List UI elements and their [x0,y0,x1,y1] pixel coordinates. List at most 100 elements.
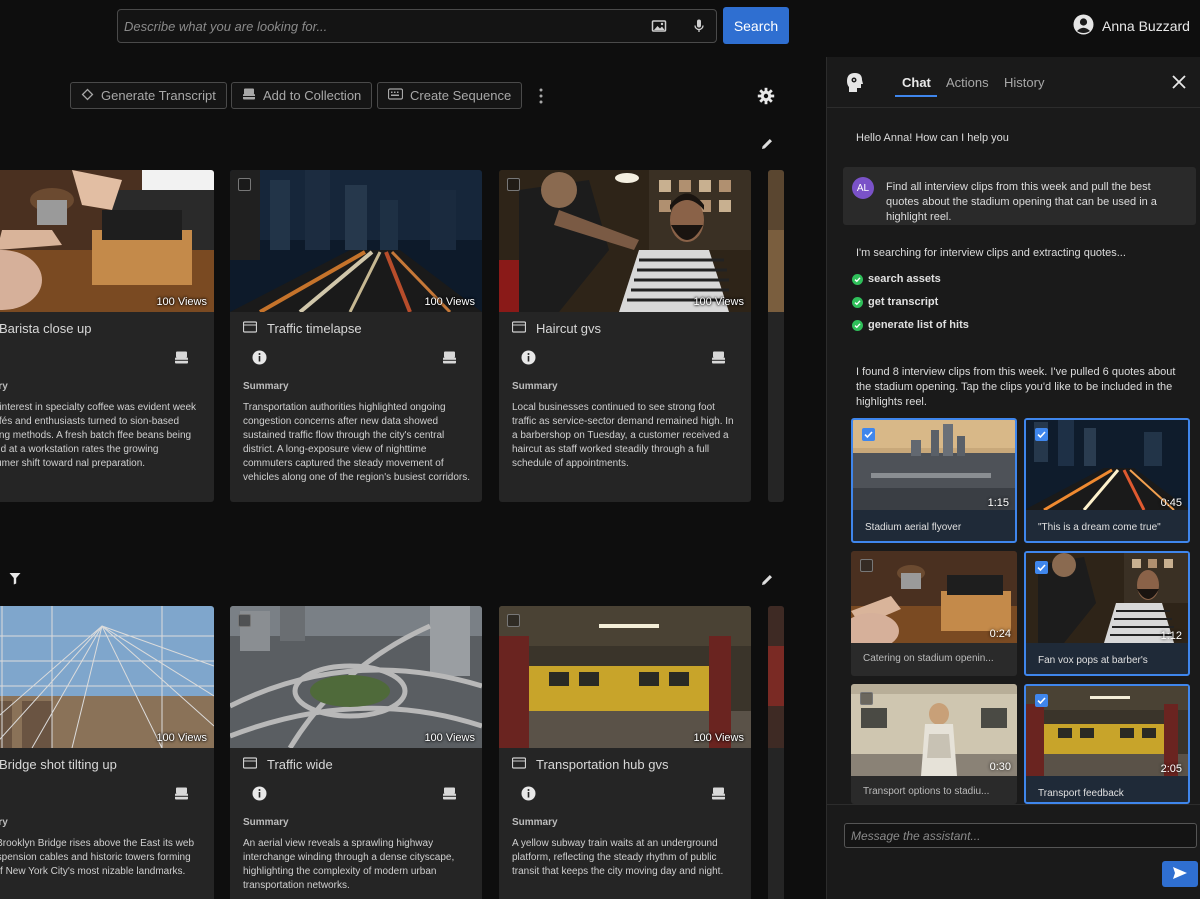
video-icon [242,757,258,772]
tab-chat[interactable]: Chat [902,75,931,90]
asset-title: Traffic wide [242,757,333,772]
clip-checkbox-unchecked[interactable] [860,559,873,572]
filter-icon[interactable] [9,572,21,585]
clip-option[interactable]: 0:45 "This is a dream come true" [1024,418,1190,543]
send-button[interactable] [1162,861,1198,887]
settings-gear-icon[interactable] [757,87,775,105]
clip-duration: 2:05 [1160,763,1182,775]
clip-checkbox-checked[interactable] [1035,694,1048,707]
clip-option[interactable]: 1:15 Stadium aerial flyover [851,418,1017,543]
asset-thumbnail [768,606,784,748]
add-to-collection-icon[interactable] [174,786,189,801]
step-item: get transcript [852,296,938,308]
step-label: get transcript [868,296,939,308]
asset-select-checkbox[interactable] [238,614,251,627]
asset-card-partial[interactable] [768,606,784,899]
asset-title: Haircut gvs [511,321,602,336]
add-to-collection-icon[interactable] [711,350,726,365]
clip-label: Transport options to stadiu... [863,786,990,797]
summary-heading: Summary [243,381,289,392]
collection-icon [242,87,256,104]
tab-history[interactable]: History [1004,75,1044,90]
check-circle-icon [852,319,863,331]
clip-option[interactable]: 2:05 Transport feedback [1024,684,1190,804]
asset-title: Barista close up [0,321,92,336]
summary-text: onic Brooklyn Bridge rises above the Eas… [0,838,194,877]
info-icon[interactable] [252,350,267,365]
summary-heading: mmary [0,817,8,828]
asset-thumbnail [768,170,784,312]
clip-checkbox-unchecked[interactable] [860,692,873,705]
microphone-icon[interactable] [691,18,707,34]
summary-text: Local businesses continued to see strong… [512,402,734,469]
send-icon [1173,866,1187,879]
clip-option[interactable]: 1:12 Fan vox pops at barber's [1024,551,1190,676]
asset-title: Traffic timelapse [242,321,362,336]
asset-card[interactable]: 100 Views Traffic timelapse Summary Tran… [230,170,482,502]
summary-heading: Summary [243,817,289,828]
diamond-icon [81,88,94,104]
asset-select-checkbox[interactable] [507,614,520,627]
generate-transcript-button[interactable]: Generate Transcript [70,82,227,109]
asset-thumbnail: 100 Views [0,606,214,748]
info-icon[interactable] [252,786,267,801]
view-count: 100 Views [424,732,475,744]
asset-card[interactable]: 100 Views Bridge shot tilting up mmary o… [0,606,214,899]
asset-thumbnail: 100 Views [499,170,751,312]
add-to-collection-button[interactable]: Add to Collection [231,82,373,109]
step-item: search assets [852,273,941,285]
clip-option[interactable]: 0:24 Catering on stadium openin... [851,551,1017,676]
asset-select-checkbox[interactable] [507,178,520,191]
user-name: Anna Buzzard [1102,18,1190,34]
clip-label: Stadium aerial flyover [865,522,962,533]
clip-checkbox-checked[interactable] [1035,428,1048,441]
asset-title-text: Haircut gvs [536,321,602,336]
edit-pencil-icon[interactable] [760,573,774,587]
more-options-icon[interactable] [531,86,551,106]
asset-thumbnail: 100 Views [0,170,214,312]
avatar: AL [852,177,874,199]
clip-label: Fan vox pops at barber's [1038,655,1148,666]
clip-duration: 0:24 [989,628,1011,640]
search-input[interactable] [124,10,624,42]
assistant-head-icon [843,71,865,93]
asset-title-text: Transportation hub gvs [536,757,669,772]
assistant-panel: Chat Actions History Hello Anna! How can… [826,57,1200,899]
summary-text: A yellow subway train waits at an underg… [512,838,724,877]
asset-card[interactable]: 100 Views Traffic wide Summary An aerial… [230,606,482,899]
asset-card[interactable]: 100 Views Transportation hub gvs Summary… [499,606,751,899]
view-count: 100 Views [156,296,207,308]
tab-actions[interactable]: Actions [946,75,989,90]
clip-label: "This is a dream come true" [1038,522,1161,533]
search-button[interactable]: Search [723,7,789,44]
clip-duration: 1:15 [987,497,1009,509]
check-circle-icon [852,296,863,308]
add-to-collection-icon[interactable] [174,350,189,365]
asset-card[interactable]: 100 Views Barista close up mmary ge in i… [0,170,214,502]
info-icon[interactable] [521,786,536,801]
info-icon[interactable] [521,350,536,365]
clip-duration: 0:45 [1160,497,1182,509]
clip-checkbox-checked[interactable] [1035,561,1048,574]
assistant-result: I found 8 interview clips from this week… [856,366,1176,408]
step-label: search assets [868,273,941,285]
clip-option[interactable]: 0:30 Transport options to stadiu... [851,684,1017,804]
edit-pencil-icon[interactable] [760,137,774,151]
clip-checkbox-checked[interactable] [862,428,875,441]
asset-select-checkbox[interactable] [238,178,251,191]
assistant-status: I'm searching for interview clips and ex… [856,247,1126,259]
asset-title-text: Traffic timelapse [267,321,362,336]
asset-card-partial[interactable] [768,170,784,502]
add-to-collection-icon[interactable] [711,786,726,801]
check-circle-icon [852,273,863,285]
add-to-collection-icon[interactable] [442,786,457,801]
assistant-greeting: Hello Anna! How can I help you [856,132,1009,144]
create-sequence-button[interactable]: Create Sequence [377,82,523,109]
asset-card[interactable]: 100 Views Haircut gvs Summary Local busi… [499,170,751,502]
user-menu[interactable]: Anna Buzzard [1073,14,1190,38]
view-count: 100 Views [693,296,744,308]
image-search-icon[interactable] [651,18,667,34]
close-icon[interactable] [1172,75,1186,89]
message-input[interactable] [844,823,1197,848]
add-to-collection-icon[interactable] [442,350,457,365]
